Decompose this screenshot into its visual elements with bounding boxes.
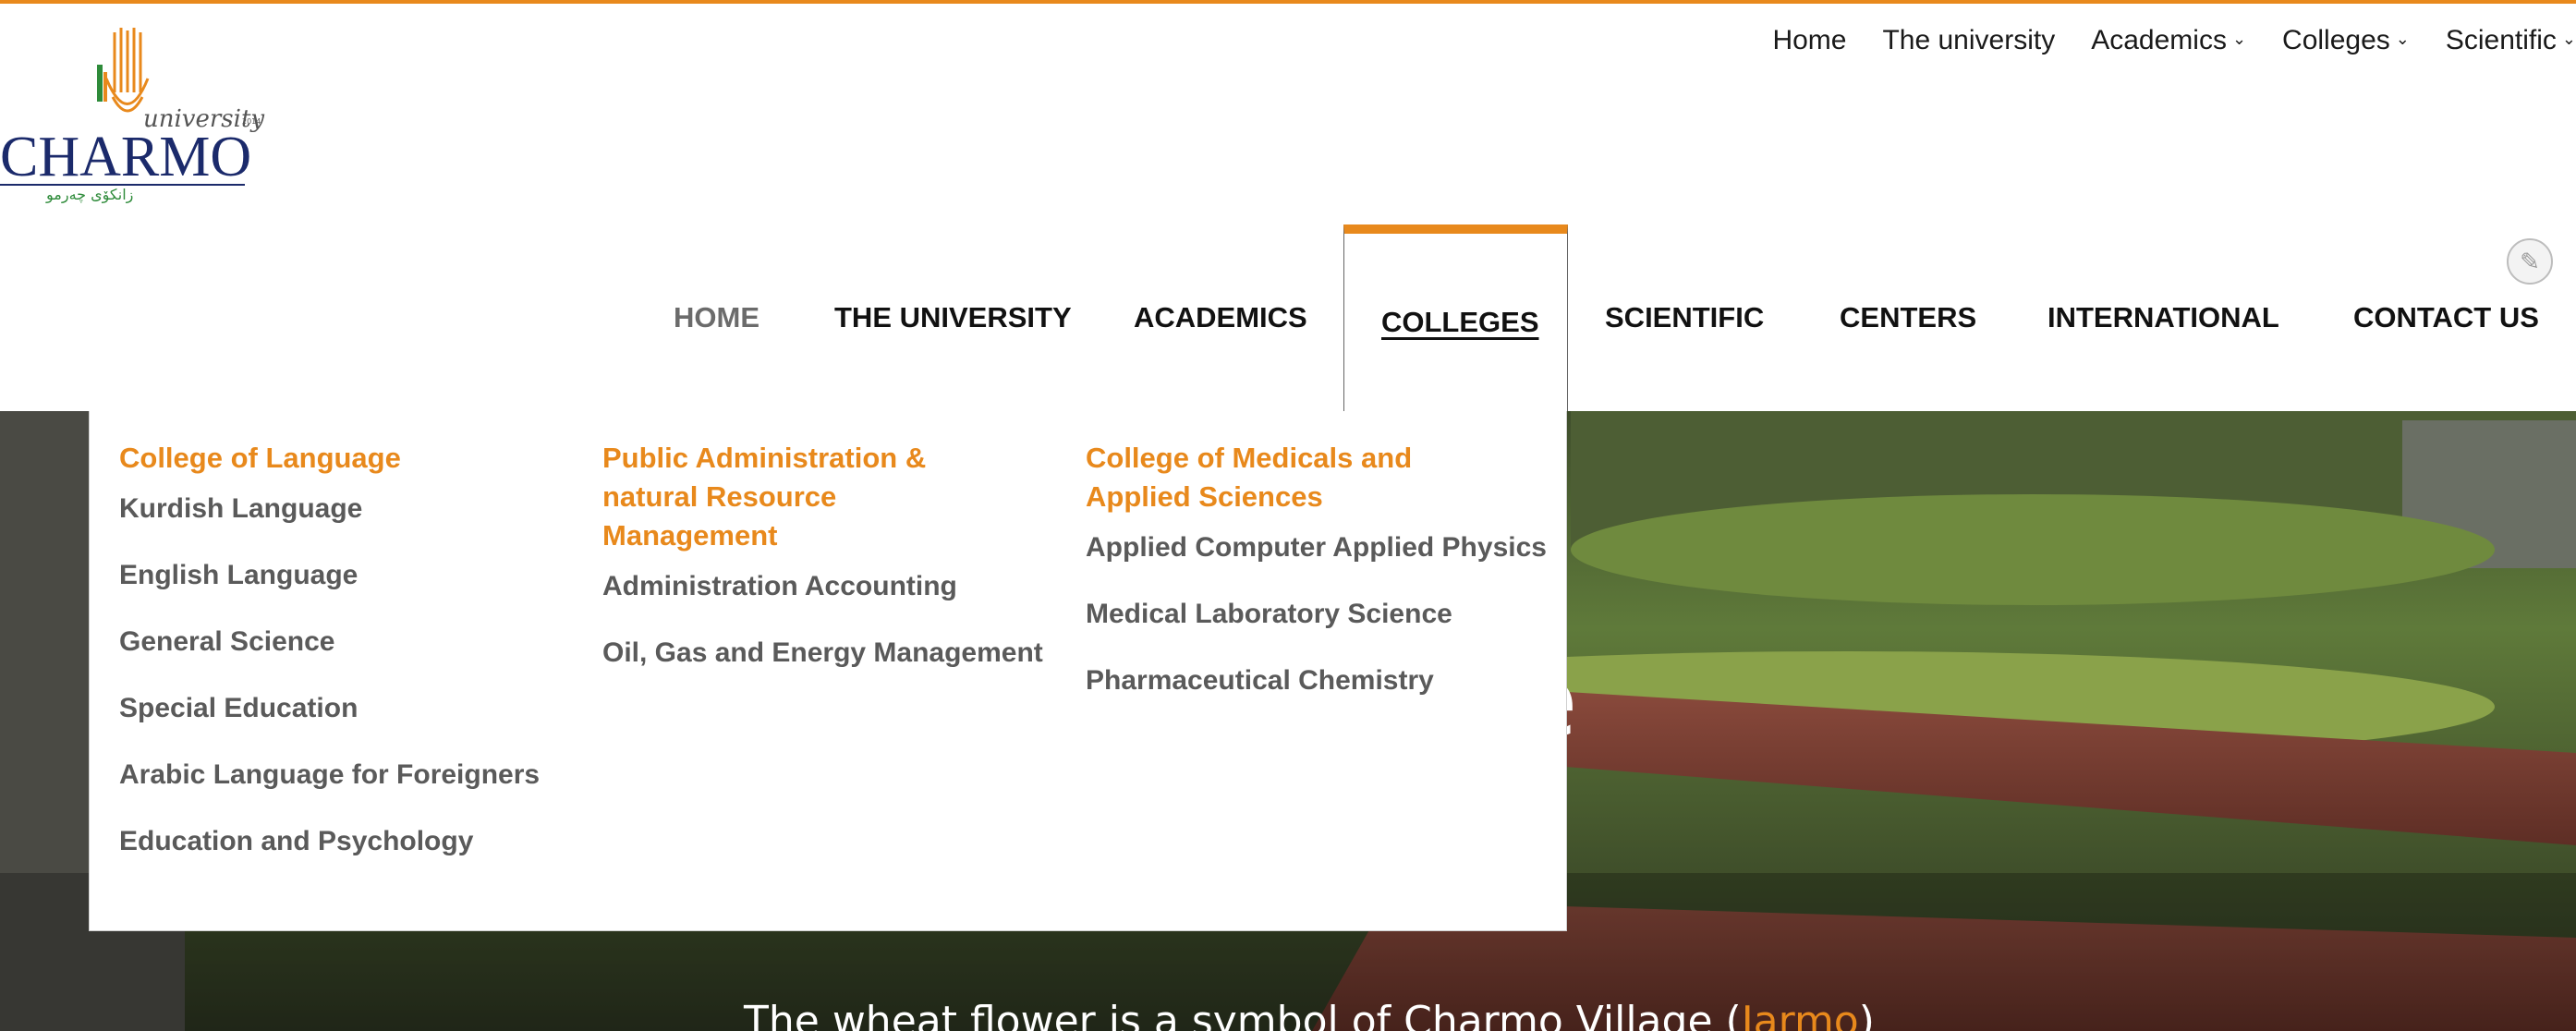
chevron-down-icon: ⌄ — [2231, 29, 2247, 48]
dept-link-medical-laboratory[interactable]: Medical Laboratory Science — [1086, 592, 1455, 659]
dept-link-special-education[interactable]: Special Education — [119, 686, 540, 753]
jarmo-link[interactable]: Jarmo — [1742, 998, 1859, 1031]
top-nav-label: Scientific — [2445, 25, 2557, 55]
pencil-icon: ✎ — [2520, 247, 2540, 275]
column-items: Administration Accounting Oil, Gas and E… — [602, 564, 1043, 697]
colleges-dropdown-menu: College of Language Kurdish Language Eng… — [89, 411, 1567, 931]
charmo-university-logo[interactable]: university 2014 CHARMO زانكۆى چەرمو — [0, 28, 277, 204]
chevron-down-icon: ⌄ — [2561, 29, 2576, 48]
dropdown-column-language: College of Language Kurdish Language Eng… — [119, 439, 540, 886]
svg-text:2014: 2014 — [242, 117, 261, 126]
dept-link-english[interactable]: English Language — [119, 553, 540, 620]
main-nav-international[interactable]: INTERNATIONAL — [2047, 224, 2279, 411]
top-nav-university[interactable]: The university — [1882, 25, 2055, 56]
dropdown-column-medicals: College of Medicals and Applied Sciences… — [1086, 439, 1547, 725]
top-nav-label: Home — [1772, 25, 1847, 55]
dept-link-administration-accounting[interactable]: Administration Accounting — [602, 564, 957, 631]
dept-link-oil-gas-energy[interactable]: Oil, Gas and Energy Management — [602, 631, 1043, 697]
main-nav-colleges[interactable]: COLLEGES — [1343, 224, 1568, 411]
main-nav-home[interactable]: HOME — [674, 224, 759, 411]
column-items: Kurdish Language English Language Genera… — [119, 487, 540, 886]
top-nav-academics[interactable]: Academics ⌄ — [2091, 25, 2246, 56]
caption-suffix: ) — [1858, 998, 1875, 1031]
edit-button[interactable]: ✎ — [2507, 238, 2553, 285]
main-nav-label: ACADEMICS — [1134, 301, 1307, 334]
svg-text:CHARMO: CHARMO — [0, 126, 251, 188]
top-nav-label: Colleges — [2282, 25, 2390, 55]
main-nav-centers[interactable]: CENTERS — [1840, 224, 1976, 411]
dept-link-general-science[interactable]: General Science — [119, 620, 540, 686]
dept-link-pharmaceutical-chemistry[interactable]: Pharmaceutical Chemistry — [1086, 659, 1455, 725]
top-nav-label: The university — [1882, 25, 2056, 55]
main-nav-label: CONTACT US — [2353, 301, 2539, 334]
logo-emblem: university 2014 CHARMO زانكۆى چەرمو — [0, 28, 264, 204]
main-nav-university[interactable]: THE UNIVERSITY — [834, 224, 1072, 411]
dept-link-applied-computer-physics[interactable]: Applied Computer Applied Physics — [1086, 526, 1547, 592]
college-administration-heading[interactable]: Public Administration & natural Resource… — [602, 439, 954, 555]
top-nav-colleges[interactable]: Colleges ⌄ — [2282, 25, 2410, 56]
main-nav-label: THE UNIVERSITY — [834, 301, 1072, 334]
top-nav-label: Academics — [2091, 25, 2227, 55]
top-nav-scientific[interactable]: Scientific ⌄ — [2446, 25, 2576, 56]
main-nav: HOME THE UNIVERSITY ACADEMICS COLLEGES S… — [0, 224, 2576, 411]
dept-link-education-psychology[interactable]: Education and Psychology — [119, 819, 540, 886]
svg-text:زانكۆى چەرمو: زانكۆى چەرمو — [45, 186, 133, 203]
main-nav-label: SCIENTIFIC — [1605, 301, 1765, 334]
top-nav-home[interactable]: Home — [1772, 25, 1846, 56]
main-nav-scientific[interactable]: SCIENTIFIC — [1605, 224, 1764, 411]
column-items: Applied Computer Applied Physics Medical… — [1086, 526, 1547, 725]
dept-link-kurdish[interactable]: Kurdish Language — [119, 487, 540, 553]
dropdown-column-administration: Public Administration & natural Resource… — [602, 439, 1043, 697]
main-nav-label: INTERNATIONAL — [2047, 301, 2279, 334]
college-language-heading[interactable]: College of Language — [119, 439, 540, 478]
college-medicals-heading[interactable]: College of Medicals and Applied Sciences — [1086, 439, 1455, 516]
caption-text: The wheat flower is a symbol of Charmo V… — [744, 998, 1742, 1031]
main-nav-label: HOME — [674, 301, 759, 334]
main-nav-label: COLLEGES — [1381, 306, 1539, 338]
dept-link-arabic[interactable]: Arabic Language for Foreigners — [119, 753, 540, 819]
top-accent-line — [0, 0, 2576, 4]
hero-caption: The wheat flower is a symbol of Charmo V… — [744, 998, 1875, 1031]
main-nav-label: CENTERS — [1840, 301, 1977, 334]
main-nav-academics[interactable]: ACADEMICS — [1134, 224, 1307, 411]
chevron-down-icon: ⌄ — [2395, 29, 2410, 48]
top-utility-nav: Home The university Academics ⌄ Colleges ⌄… — [1736, 22, 2576, 59]
